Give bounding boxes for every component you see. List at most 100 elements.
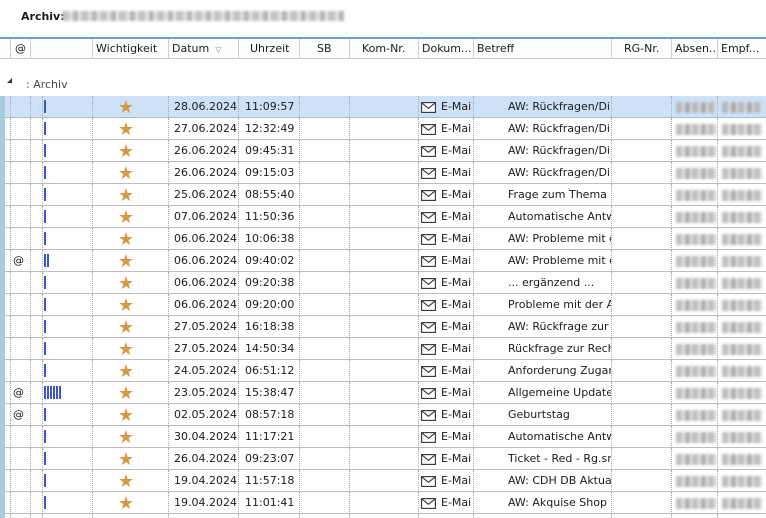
cell-datum: 06.06.2024: [174, 276, 237, 289]
column-header-uhrzeit[interactable]: Uhrzeit: [238, 39, 299, 59]
column-header-absender[interactable]: Absen...: [671, 39, 717, 59]
table-row[interactable]: ★ 28.06.2024 11:09:57 E-Mai AW: Rückfragen/D…: [0, 96, 766, 118]
star-icon[interactable]: ★: [116, 228, 136, 250]
column-divider: [299, 448, 300, 470]
table-row[interactable]: ★ 27.05.2024 14:50:34 E-Mai Rückfrage zur Re…: [0, 338, 766, 360]
table-row[interactable]: ★ 06.06.2024 09:20:00 E-Mai Probleme mit der…: [0, 294, 766, 316]
star-icon[interactable]: ★: [116, 118, 136, 140]
row-indicator: [0, 492, 5, 514]
cell-datum: 26.06.2024: [174, 166, 237, 179]
star-icon[interactable]: ★: [116, 272, 136, 294]
table-row[interactable]: ★ 26.04.2024 09:23:07 E-Mai Ticket - Red - R…: [0, 448, 766, 470]
column-header-at[interactable]: @: [10, 39, 30, 59]
star-icon[interactable]: ★: [116, 338, 136, 360]
group-row-archiv[interactable]: : Archiv: [0, 74, 766, 96]
column-divider: [473, 448, 474, 470]
star-icon[interactable]: ★: [116, 514, 136, 518]
cell-datum: 27.05.2024: [174, 320, 237, 333]
table-row[interactable]: ★ 27.05.2024 16:18:38 E-Mai AW: Rückfrage zu…: [0, 316, 766, 338]
column-header-row: @ Wichtigkeit Datum ▽ Uhrzeit SB Kom-Nr. …: [0, 37, 766, 59]
column-header-komnr[interactable]: Kom-Nr.: [349, 39, 418, 59]
star-icon[interactable]: ★: [116, 404, 136, 426]
cell-absender-redacted: [676, 146, 717, 157]
cell-empfaenger-redacted: [722, 256, 762, 267]
star-icon[interactable]: ★: [116, 250, 136, 272]
column-divider: [473, 514, 474, 518]
star-icon[interactable]: ★: [116, 140, 136, 162]
star-icon[interactable]: ★: [116, 448, 136, 470]
star-icon[interactable]: ★: [116, 294, 136, 316]
row-indicator: [0, 294, 5, 316]
column-header-rgnr[interactable]: RG-Nr.: [611, 39, 671, 59]
table-row[interactable]: ★ 26.06.2024 09:15:03 E-Mai AW: Rückfragen/D…: [0, 162, 766, 184]
cell-uhrzeit: 09:45:31: [245, 144, 295, 157]
table-row[interactable]: @ ★ 23.05.2024 15:38:47 E-Mai Allgemeine Upda…: [0, 382, 766, 404]
envelope-icon: [421, 366, 436, 377]
cell-datum: [174, 514, 238, 518]
column-divider: [418, 360, 419, 382]
column-header-datum[interactable]: Datum ▽: [168, 39, 238, 59]
column-divider: [168, 96, 169, 118]
archive-title-label: Archiv:: [21, 10, 65, 23]
attachment-marker: [13, 294, 27, 316]
column-divider: [671, 360, 672, 382]
attachment-marker: [13, 206, 27, 228]
collapse-triangle-icon[interactable]: [7, 78, 12, 83]
column-divider: [717, 316, 718, 338]
star-icon[interactable]: ★: [116, 492, 136, 514]
column-header-dokument[interactable]: Dokum...: [418, 39, 473, 59]
table-row[interactable]: ★ 06.06.2024 10:06:38 E-Mai AW: Probleme mit…: [0, 228, 766, 250]
table-row[interactable]: ★ 30.04.2024 11:17:21 E-Mai Automatische Ant…: [0, 426, 766, 448]
attachment-marker: [13, 492, 27, 514]
star-icon[interactable]: ★: [116, 360, 136, 382]
cell-absender-redacted: [676, 344, 717, 355]
table-row[interactable]: ★ 27.06.2024 12:32:49 E-Mai AW: Rückfragen/D…: [0, 118, 766, 140]
table-row[interactable]: ★ 26.06.2024 09:45:31 E-Mai AW: Rückfragen/D…: [0, 140, 766, 162]
star-icon[interactable]: ★: [116, 316, 136, 338]
column-divider: [30, 470, 31, 492]
column-header-empfaenger[interactable]: Empf...: [717, 39, 766, 59]
column-divider: [717, 426, 718, 448]
column-divider: [10, 360, 11, 382]
star-icon[interactable]: ★: [116, 426, 136, 448]
column-header-betreff[interactable]: Betreff: [473, 39, 611, 59]
cell-dokument: E-Mai: [441, 276, 472, 289]
cell-absender-redacted: [676, 388, 717, 399]
row-indicator: [0, 514, 5, 518]
row-indicator: [0, 206, 5, 228]
star-icon[interactable]: ★: [116, 470, 136, 492]
column-divider: [92, 338, 93, 360]
column-divider: [473, 360, 474, 382]
cell-absender-redacted: [676, 190, 717, 201]
cell-dokument: E-Mai: [441, 254, 472, 267]
archive-path-redacted: [62, 11, 344, 21]
star-icon[interactable]: ★: [116, 382, 136, 404]
cell-betreff: AW: CDH DB Aktua: [508, 474, 611, 487]
table-row[interactable]: @ ★ 02.05.2024 08:57:18 E-Mai Geburtstag: [0, 404, 766, 426]
column-header-flag[interactable]: [30, 39, 42, 59]
table-row[interactable]: ★ 19.04.2024 11:57:18 E-Mai AW: CDH DB Aktua: [0, 470, 766, 492]
star-icon[interactable]: ★: [116, 206, 136, 228]
table-row[interactable]: ★ 25.06.2024 08:55:40 E-Mai Frage zum Thema …: [0, 184, 766, 206]
column-divider: [299, 250, 300, 272]
star-icon[interactable]: ★: [116, 162, 136, 184]
table-row[interactable]: ★ 24.05.2024 06:51:12 E-Mai Anforderung Zuga…: [0, 360, 766, 382]
table-row[interactable]: ★ 19.04.2024 11:01:41 E-Mai AW: Akquise Shop: [0, 492, 766, 514]
table-row[interactable]: ★ 06.06.2024 09:20:38 E-Mai ... ergänzend ..…: [0, 272, 766, 294]
column-divider: [92, 162, 93, 184]
table-row[interactable]: @ ★ 06.06.2024 09:40:02 E-Mai AW: Probleme mi…: [0, 250, 766, 272]
cell-datum: 27.06.2024: [174, 122, 237, 135]
cell-betreff: Automatische Antw: [508, 430, 611, 443]
column-divider: [717, 470, 718, 492]
column-divider: [168, 206, 169, 228]
table-row[interactable]: ★: [0, 514, 766, 518]
column-divider: [42, 492, 43, 514]
column-divider: [10, 228, 11, 250]
column-header-wichtigkeit[interactable]: Wichtigkeit: [92, 39, 168, 59]
column-divider: [238, 404, 239, 426]
column-header-sb[interactable]: SB: [299, 39, 349, 59]
star-icon[interactable]: ★: [116, 96, 136, 118]
table-row[interactable]: ★ 07.06.2024 11:50:36 E-Mai Automatische Ant…: [0, 206, 766, 228]
column-divider: [349, 492, 350, 514]
star-icon[interactable]: ★: [116, 184, 136, 206]
